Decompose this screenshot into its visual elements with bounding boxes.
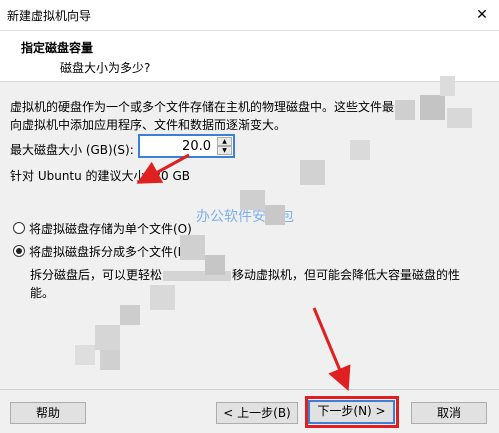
page-subtitle: 磁盘大小为多少? (60, 61, 151, 75)
wizard-header: 指定磁盘容量 磁盘大小为多少? (0, 31, 499, 82)
spin-down-icon[interactable]: ▼ (217, 146, 232, 155)
next-button-highlight (305, 396, 399, 428)
close-icon[interactable]: ✕ (471, 4, 493, 26)
option-multi-file-label[interactable]: 将虚拟磁盘拆分成多个文件(M) (29, 243, 193, 260)
page-title: 指定磁盘容量 (21, 41, 94, 55)
window-title: 新建虚拟机向导 (7, 9, 92, 23)
radio-selected-dot (16, 248, 22, 254)
radio-single-file[interactable] (13, 222, 25, 234)
recommended-size-text: 针对 Ubuntu 的建议大小: 20 GB (10, 169, 191, 183)
max-size-input[interactable]: 20.0 ▲ ▼ (138, 134, 235, 158)
radio-multi-file[interactable] (13, 245, 25, 257)
help-button[interactable]: 帮助 (10, 402, 86, 424)
split-desc-part-2: 移动虚拟机，但可能会降低大容量磁盘的性 (232, 268, 461, 282)
max-size-label: 最大磁盘大小 (GB)(S): (10, 143, 134, 157)
spin-up-icon[interactable]: ▲ (217, 137, 232, 146)
max-size-value[interactable]: 20.0 (182, 139, 211, 154)
split-desc-line-1: 拆分磁盘后，可以更轻松 移动虚拟机，但可能会降低大容量磁盘的性 (30, 266, 490, 284)
title-bar: 新建虚拟机向导 ✕ (0, 0, 499, 31)
option-single-file-label[interactable]: 将虚拟磁盘存储为单个文件(O) (29, 220, 192, 237)
arrow-to-next-button (312, 307, 351, 392)
split-description: 拆分磁盘后，可以更轻松 移动虚拟机，但可能会降低大容量磁盘的性 能。 (30, 266, 490, 302)
size-spinner[interactable]: ▲ ▼ (217, 137, 232, 155)
cancel-button[interactable]: 取消 (411, 402, 487, 424)
footer-separator (0, 389, 499, 390)
split-desc-part-1: 拆分磁盘后，可以更轻松 (30, 268, 163, 282)
back-button[interactable]: < 上一步(B) (216, 402, 298, 424)
split-desc-line-2: 能。 (30, 286, 55, 300)
